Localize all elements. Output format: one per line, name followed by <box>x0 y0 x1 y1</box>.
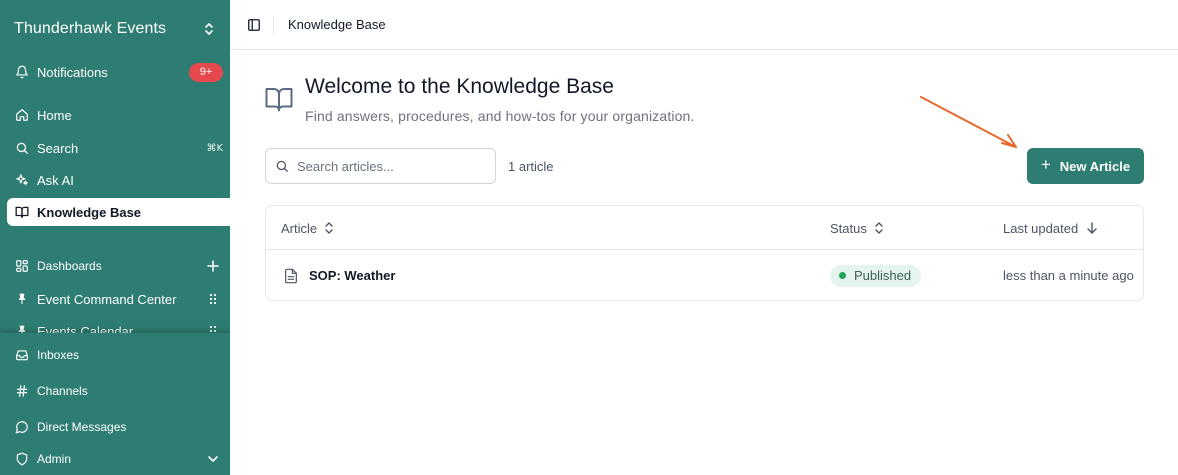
page-subtitle: Find answers, procedures, and how-tos fo… <box>305 108 695 124</box>
new-article-label: New Article <box>1059 158 1131 174</box>
sidebar-item-label: Direct Messages <box>37 420 127 434</box>
breadcrumb: Knowledge Base <box>288 17 386 32</box>
home-icon <box>15 108 29 122</box>
column-header-last-updated[interactable]: Last updated <box>1003 206 1097 250</box>
inbox-icon <box>15 348 29 362</box>
status-label: Published <box>854 268 912 283</box>
sidebar-item-label: Ask AI <box>37 172 74 188</box>
sidebar-item-home[interactable]: Home <box>7 101 230 129</box>
table-header: Article Status Last updated <box>266 206 1143 250</box>
shield-icon <box>15 452 29 466</box>
search-articles-field[interactable] <box>265 148 496 184</box>
file-text-icon <box>283 268 299 284</box>
chevron-down-icon <box>206 452 220 466</box>
plus-icon: + <box>1040 155 1051 174</box>
book-open-icon <box>15 205 29 219</box>
sidebar-item-notifications[interactable]: Notifications 9+ <box>7 58 230 86</box>
article-count: 1 article <box>508 159 554 174</box>
sidebar-item-label: Search <box>37 140 79 156</box>
sidebar-section-label: Dashboards <box>37 259 102 273</box>
workspace-switcher[interactable]: Thunderhawk Events <box>0 0 230 58</box>
column-label: Status <box>830 220 867 236</box>
sidebar-item-admin[interactable]: Admin <box>7 445 230 473</box>
column-header-article[interactable]: Article <box>281 206 335 250</box>
notification-count-badge: 9+ <box>189 62 223 82</box>
column-label: Article <box>281 220 318 236</box>
last-updated-cell: less than a minute ago <box>1003 268 1134 283</box>
sidebar-item-dashboard[interactable]: Event Command Center <box>7 285 230 313</box>
sidebar-item-ask-ai[interactable]: Ask AI <box>7 166 230 194</box>
articles-table: Article Status Last updated SOP: Weather… <box>265 205 1144 301</box>
chevrons-up-down-icon <box>875 221 885 235</box>
search-icon <box>275 159 289 173</box>
divider <box>273 15 274 34</box>
sidebar-item-label: Knowledge Base <box>37 204 142 220</box>
add-dashboard-button[interactable] <box>206 259 220 273</box>
workspace-name: Thunderhawk Events <box>14 20 167 37</box>
drag-handle-icon[interactable] <box>206 292 220 306</box>
search-articles-input[interactable] <box>297 158 477 174</box>
sidebar-item-label: Inboxes <box>37 348 80 362</box>
sidebar-item-label: Channels <box>37 384 88 398</box>
sidebar: Thunderhawk Events Notifications 9+ Home <box>0 0 230 475</box>
article-title[interactable]: SOP: Weather <box>309 268 395 283</box>
sidebar-item-label: Notifications <box>37 64 108 80</box>
top-bar: Knowledge Base <box>230 0 1178 50</box>
table-row[interactable]: SOP: Weather Published less than a minut… <box>266 250 1143 300</box>
sidebar-item-label: Event Command Center <box>37 291 177 307</box>
sidebar-item-knowledge-base[interactable]: Knowledge Base <box>7 198 230 226</box>
sidebar-bottom-section: Inboxes Channels Direct Messages Admin <box>0 333 230 475</box>
sidebar-item-search[interactable]: Search ⌘K <box>7 134 230 162</box>
page-title: Welcome to the Knowledge Base <box>305 75 614 98</box>
new-article-button[interactable]: + New Article <box>1027 148 1144 184</box>
search-icon <box>15 141 29 155</box>
status-dot <box>839 272 846 279</box>
book-open-icon <box>264 84 294 114</box>
bell-icon <box>15 65 29 79</box>
sidebar-item-direct-messages[interactable]: Direct Messages <box>7 413 230 441</box>
status-badge: Published <box>830 264 922 287</box>
main-content: Welcome to the Knowledge Base Find answe… <box>230 50 1178 475</box>
sidebar-toggle-icon[interactable] <box>246 17 262 33</box>
arrow-down-icon <box>1087 221 1097 235</box>
sidebar-section-dashboards[interactable]: Dashboards <box>7 252 230 280</box>
sidebar-item-label: Admin <box>37 452 72 466</box>
chevrons-up-down-icon <box>202 20 216 38</box>
status-cell: Published <box>830 250 922 300</box>
sidebar-item-channels[interactable]: Channels <box>7 377 230 405</box>
column-label: Last updated <box>1003 220 1079 236</box>
sidebar-item-label: Home <box>37 107 72 123</box>
sidebar-item-inboxes[interactable]: Inboxes <box>7 341 230 369</box>
message-circle-icon <box>15 420 29 434</box>
column-header-status[interactable]: Status <box>830 206 885 250</box>
layout-dashboard-icon <box>15 259 29 273</box>
pin-icon <box>15 292 29 306</box>
hash-icon <box>15 384 29 398</box>
sparkles-icon <box>15 173 29 187</box>
keyboard-shortcut: ⌘K <box>206 142 223 154</box>
article-cell[interactable]: SOP: Weather <box>283 250 395 300</box>
chevrons-up-down-icon <box>325 221 335 235</box>
